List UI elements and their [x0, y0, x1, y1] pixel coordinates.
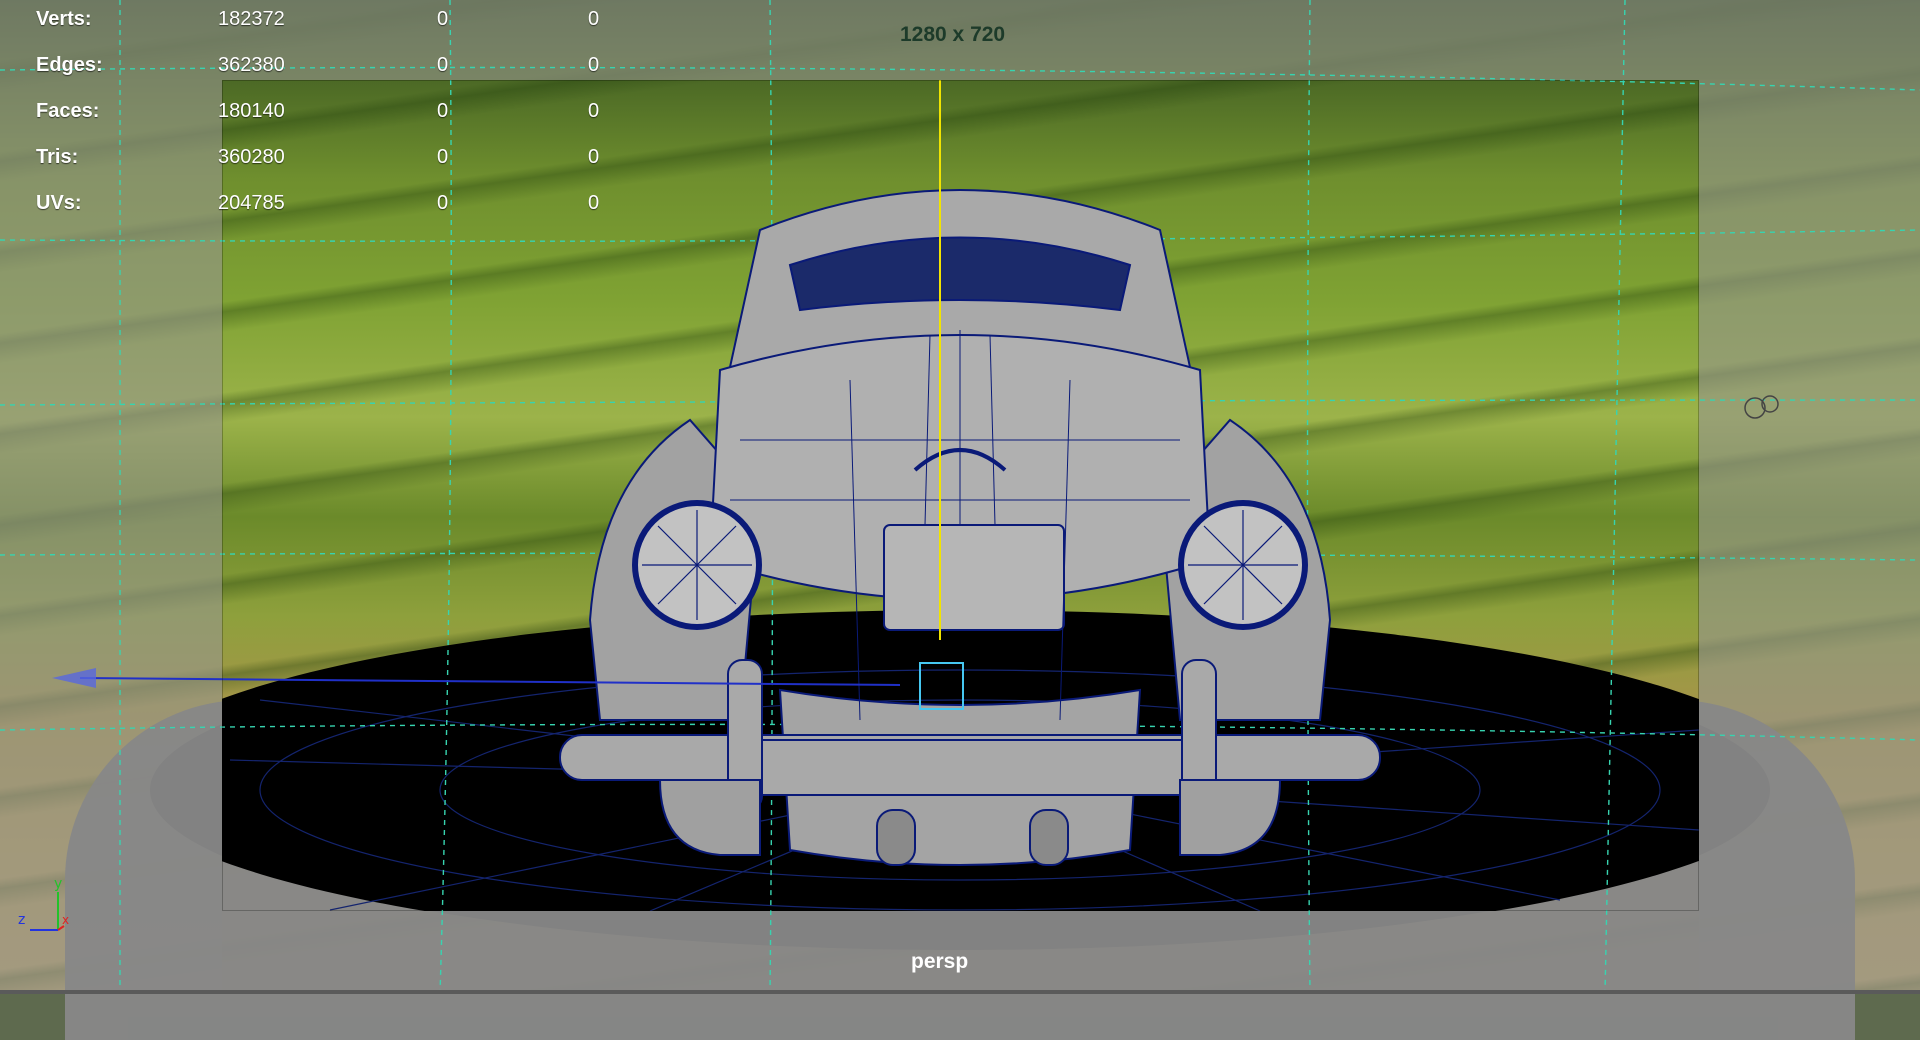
hud-verts-component: 0 — [588, 8, 600, 30]
hud-verts-total: 182372 — [218, 8, 285, 30]
hud-faces-label: Faces: — [36, 100, 100, 122]
hud-uvs-label: UVs: — [36, 192, 82, 214]
gizmo-icon — [1744, 395, 1779, 419]
hud-tris-component: 0 — [588, 146, 600, 168]
hud-edges-label: Edges: — [36, 54, 103, 76]
resolution-gate-label: 1280 x 720 — [900, 23, 1006, 46]
hud-faces-total: 180140 — [218, 100, 285, 122]
hud-uvs-component: 0 — [588, 192, 600, 214]
hud-tris-label: Tris: — [36, 146, 79, 168]
hud-edges-component: 0 — [588, 54, 600, 76]
viewport-bottom-border — [0, 990, 1920, 994]
hud-verts-label: Verts: — [36, 8, 92, 30]
hud-tris-selected: 0 — [437, 146, 449, 168]
hud-faces-selected: 0 — [437, 100, 449, 122]
hud-edges-selected: 0 — [437, 54, 449, 76]
hud-uvs-total: 204785 — [218, 192, 285, 214]
selection-box[interactable] — [919, 662, 964, 710]
hud-tris-total: 360280 — [218, 146, 285, 168]
hud-uvs-selected: 0 — [437, 192, 449, 214]
axis-y-label: y — [54, 876, 62, 892]
axis-x-label: x — [62, 913, 69, 927]
camera-name-label[interactable]: persp — [911, 950, 968, 974]
axis-z-label: z — [18, 912, 25, 928]
hud-verts-selected: 0 — [437, 8, 449, 30]
view-axis-icon: y z x — [18, 876, 69, 931]
hud-edges-total: 362380 — [218, 54, 285, 76]
hud-faces-component: 0 — [588, 100, 600, 122]
